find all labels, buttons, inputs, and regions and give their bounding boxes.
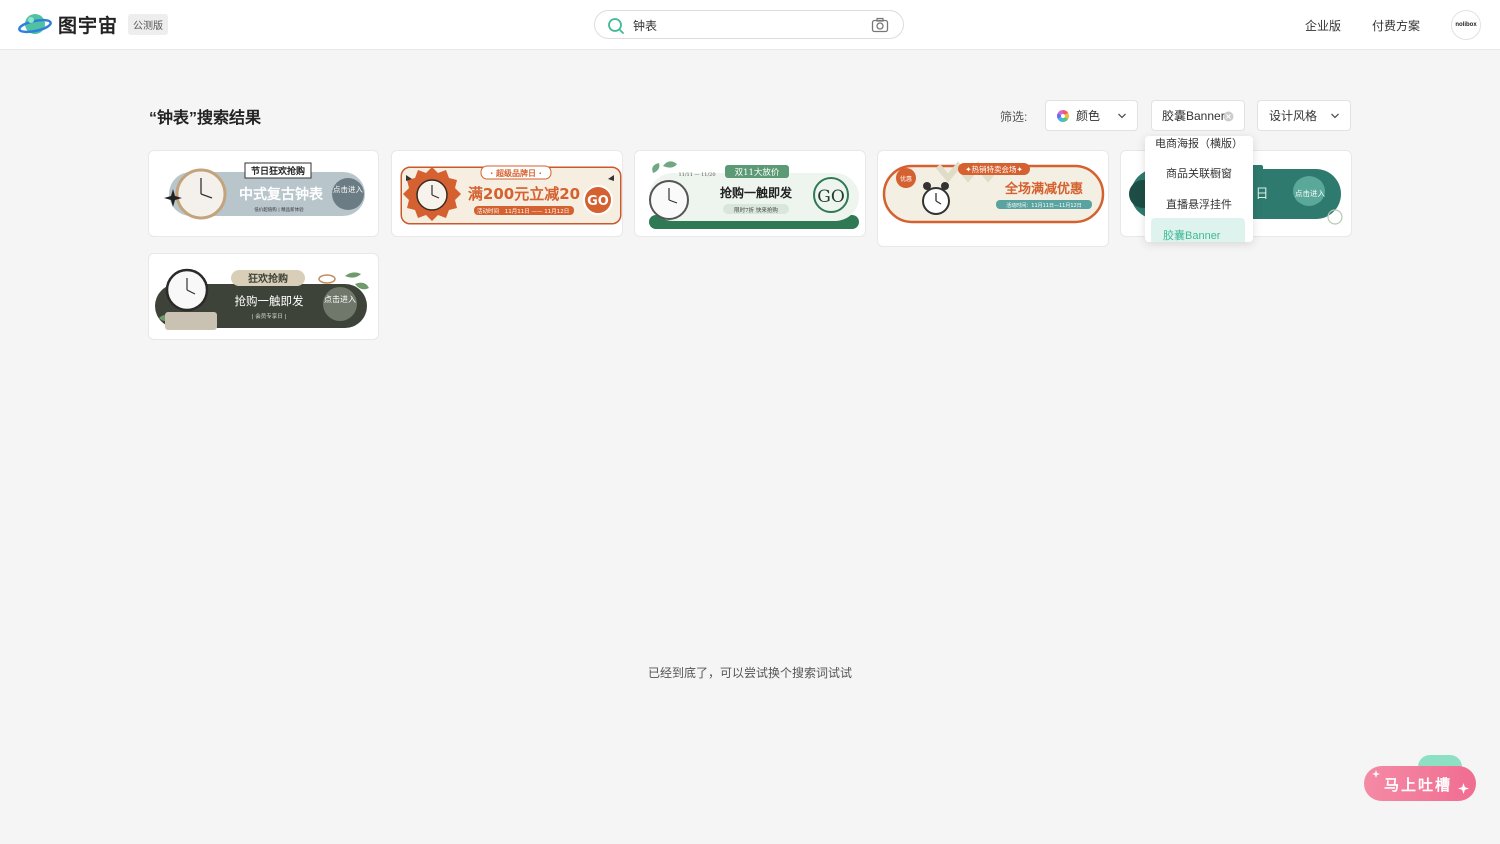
result-card[interactable]: · 超级品牌日 · 满200元立减20 活动时间 11月11日 —— 11月12… <box>391 150 623 237</box>
result-card[interactable]: ✦热销特卖会场✦ 优惠 全场满减优惠 活动时间：11月11日—11月12日 <box>877 150 1109 247</box>
logo-text: 图宇宙 <box>58 15 119 37</box>
card-main-text: 满200元立减20 <box>468 185 580 203</box>
dropdown-item[interactable]: 直播悬浮挂件 <box>1145 196 1253 212</box>
beta-badge: 公测版 <box>128 13 169 35</box>
card-top-text: · 超级品牌日 · <box>490 168 542 178</box>
dropdown-item[interactable]: 商品关联橱窗 <box>1145 165 1253 181</box>
result-card[interactable]: 双11大放价 11/11 — 11/20 抢购一触即发 限时7折 快来抢购 GO <box>634 150 866 237</box>
card-top-text: 节日狂欢抢购 <box>251 165 305 177</box>
banner-image: 狂欢抢购 抢购一触即发 | 会员专享日 | 点击进入 <box>155 268 369 330</box>
card-sub-text: 限时7折 快来抢购 <box>734 206 778 214</box>
card-button-text: GO <box>817 187 845 207</box>
type-dropdown-menu: 电商海报（横版） 商品关联橱窗 直播悬浮挂件 胶囊Banner <box>1145 136 1253 242</box>
card-top-text: 狂欢抢购 <box>248 272 288 285</box>
color-filter[interactable]: 颜色 <box>1045 100 1138 131</box>
style-filter-label: 设计风格 <box>1269 109 1318 123</box>
nav-pricing[interactable]: 付费方案 <box>1372 17 1420 34</box>
end-of-results-text: 已经到底了，可以尝试换个搜索词试试 <box>647 666 852 680</box>
card-main-text: 中式复古钟表 <box>239 186 324 203</box>
page-title: “钟表”搜索结果 <box>149 110 262 127</box>
card-main-text: 抢购一触即发 <box>235 294 304 308</box>
card-button-text: 点击进入 <box>324 294 356 304</box>
card-sub-text: | 会员专享日 | <box>252 312 287 320</box>
card-top-text: ✦热销特卖会场✦ <box>965 164 1023 174</box>
card-main-text: 全场满减优惠 <box>1004 181 1083 197</box>
card-button-text: 点击进入 <box>333 184 363 194</box>
card-sub-text: 11月11日 —— 11月12日 <box>505 208 570 215</box>
dropdown-item-selected[interactable]: 胶囊Banner <box>1151 218 1245 242</box>
avatar[interactable]: nolibox <box>1451 10 1481 40</box>
avatar-text: nolibox <box>1455 22 1477 28</box>
banner-image: 双11大放价 11/11 — 11/20 抢购一触即发 限时7折 快来抢购 GO <box>649 161 859 229</box>
search-input[interactable] <box>633 16 863 34</box>
banner-image: · 超级品牌日 · 满200元立减20 活动时间 11月11日 —— 11月12… <box>400 165 622 225</box>
color-wheel-icon <box>1056 109 1070 122</box>
card-main-text: 抢购一触即发 <box>720 185 793 200</box>
sparkle-icon <box>1372 770 1380 778</box>
card-top-text: 双11大放价 <box>735 167 780 178</box>
sparkle-icon <box>1458 783 1469 794</box>
feedback-label: 马上吐槽 <box>1384 777 1453 794</box>
top-bar: 图宇宙 公测版 企业版 付费方案 nolibox <box>0 0 1500 50</box>
type-filter[interactable]: 胶囊Banner <box>1151 100 1245 131</box>
style-filter[interactable]: 设计风格 <box>1257 100 1351 131</box>
card-sub-text: 低价超值购 | 精品新体验 <box>254 206 304 213</box>
search-bar[interactable] <box>594 10 904 39</box>
card-sub-label: 活动时间 <box>477 207 499 215</box>
search-icon[interactable] <box>607 17 625 35</box>
result-card[interactable]: 节日狂欢抢购 中式复古钟表 低价超值购 | 精品新体验 点击进入 <box>148 150 379 237</box>
card-main-text: 日 <box>1255 187 1268 202</box>
logo[interactable]: 图宇宙 公测版 <box>18 10 169 38</box>
dropdown-item[interactable]: 电商海报（横版） <box>1145 136 1253 151</box>
card-date-text: 11/11 — 11/20 <box>679 172 716 178</box>
card-button-text: 点击进入 <box>1295 188 1325 198</box>
feedback-button[interactable]: 马上吐槽 <box>1364 766 1476 801</box>
result-card[interactable]: 狂欢抢购 抢购一触即发 | 会员专享日 | 点击进入 <box>148 253 379 340</box>
camera-icon[interactable] <box>871 17 889 33</box>
filter-label: 筛选: <box>1000 110 1028 124</box>
chevron-down-icon <box>1118 113 1126 119</box>
clear-icon[interactable] <box>1223 111 1234 122</box>
type-filter-label: 胶囊Banner <box>1162 109 1225 123</box>
banner-image: 节日狂欢抢购 中式复古钟表 低价超值购 | 精品新体验 点击进入 <box>164 162 365 220</box>
planet-logo-icon <box>18 14 52 34</box>
card-button-text: GO <box>587 194 609 209</box>
color-filter-label: 颜色 <box>1076 109 1101 123</box>
card-tag-text: 优惠 <box>900 175 912 183</box>
banner-image: ✦热销特卖会场✦ 优惠 全场满减优惠 活动时间：11月11日—11月12日 <box>882 161 1105 224</box>
chevron-down-icon <box>1331 113 1339 119</box>
nav-enterprise[interactable]: 企业版 <box>1305 17 1341 34</box>
card-sub-text: 活动时间：11月11日—11月12日 <box>1006 202 1081 209</box>
